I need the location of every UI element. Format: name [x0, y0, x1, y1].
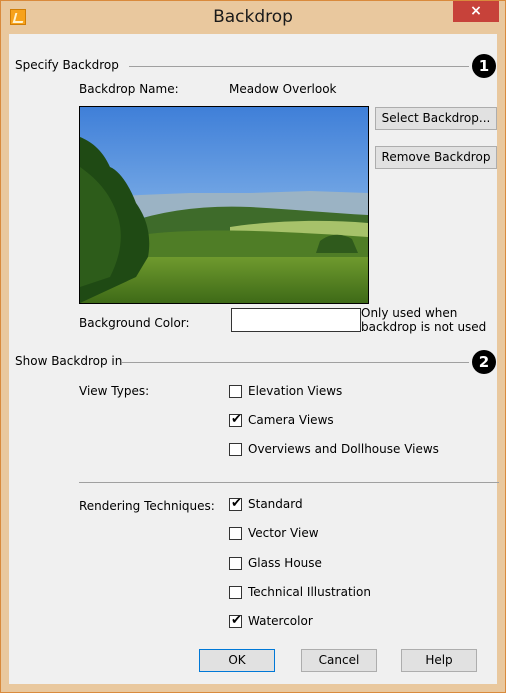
backdrop-name-value: Meadow Overlook: [229, 82, 337, 96]
check-icon: ✔: [231, 412, 242, 427]
meadow-photo: [80, 107, 368, 303]
checkbox-box[interactable]: ✔: [229, 412, 242, 427]
background-color-label: Background Color:: [79, 316, 190, 330]
backdrop-dialog: Backdrop × Specify Backdrop 1 Backdrop N…: [0, 0, 506, 693]
checkbox-label: Elevation Views: [248, 384, 343, 398]
checkbox-label: Watercolor: [248, 614, 313, 628]
close-button[interactable]: ×: [453, 1, 499, 22]
checkbox-label: Glass House: [248, 556, 322, 570]
checkbox-box[interactable]: [229, 385, 242, 398]
checkbox-box[interactable]: ✔: [229, 613, 242, 628]
show-backdrop-section-label: Show Backdrop in: [15, 354, 123, 368]
background-color-note-line2: backdrop is not used: [361, 320, 487, 334]
callout-2-icon: 2: [472, 350, 496, 374]
specify-backdrop-section-label: Specify Backdrop: [15, 58, 119, 72]
checkbox-label: Vector View: [248, 526, 319, 540]
check-icon: ✔: [231, 496, 242, 511]
title-bar[interactable]: Backdrop ×: [1, 1, 505, 34]
dialog-body: Specify Backdrop 1 Backdrop Name: Meadow…: [9, 34, 499, 684]
checkbox-label: Overviews and Dollhouse Views: [248, 442, 439, 456]
callout-1-icon: 1: [472, 54, 496, 78]
checkbox-box[interactable]: [229, 557, 242, 570]
cancel-button[interactable]: Cancel: [301, 649, 377, 672]
background-color-note-line1: Only used when: [361, 306, 458, 320]
show-section-divider: [121, 362, 469, 363]
backdrop-name-label: Backdrop Name:: [79, 82, 179, 96]
checkbox-box[interactable]: ✔: [229, 496, 242, 511]
rendering-techniques-label: Rendering Techniques:: [79, 499, 215, 513]
specify-section-divider: [129, 66, 469, 67]
checkbox-box[interactable]: [229, 586, 242, 599]
view-types-label: View Types:: [79, 384, 150, 398]
ok-button[interactable]: OK: [199, 649, 275, 672]
view-rendering-divider: [79, 482, 499, 483]
remove-backdrop-button[interactable]: Remove Backdrop: [375, 146, 497, 169]
select-backdrop-button[interactable]: Select Backdrop...: [375, 107, 497, 130]
checkbox-label: Technical Illustration: [248, 585, 371, 599]
checkbox-box[interactable]: [229, 527, 242, 540]
window-title: Backdrop: [213, 7, 293, 27]
checkbox-label: Camera Views: [248, 413, 334, 427]
background-color-swatch[interactable]: [231, 308, 361, 332]
help-button[interactable]: Help: [401, 649, 477, 672]
backdrop-preview-image: [79, 106, 369, 304]
checkbox-label: Standard: [248, 497, 303, 511]
checkbox-box[interactable]: [229, 443, 242, 456]
check-icon: ✔: [231, 613, 242, 628]
